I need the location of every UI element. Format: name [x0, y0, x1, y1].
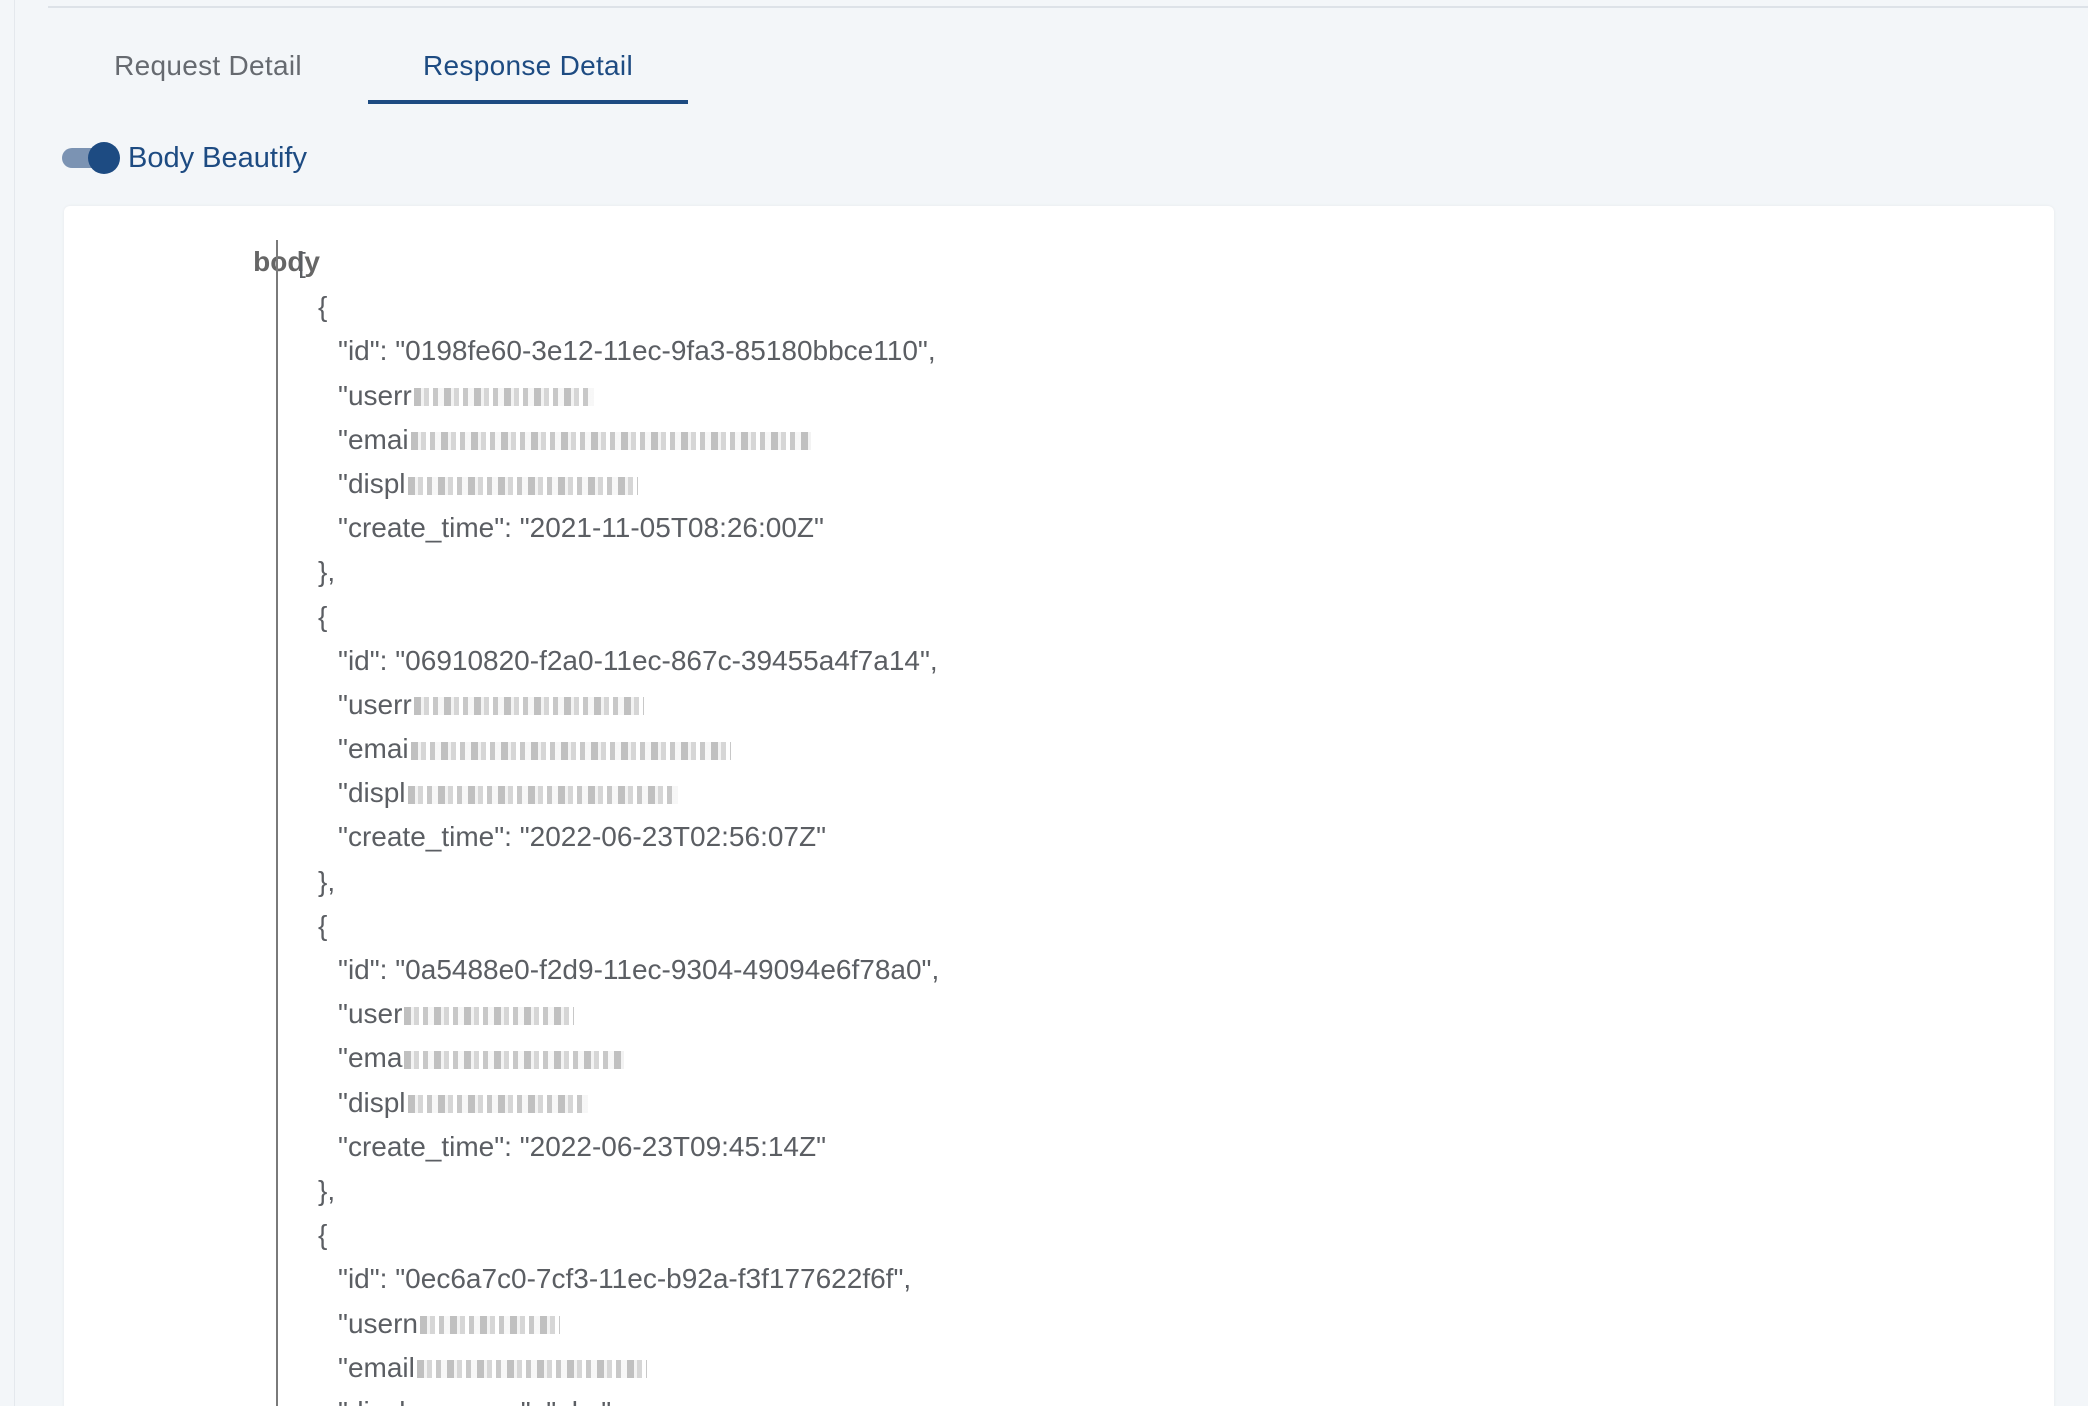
- json-line: {: [298, 600, 939, 644]
- panel-left-border: [14, 0, 15, 1406]
- json-line-text: "id": "0ec6a7c0-7cf3-11ec-b92a-f3f177622…: [338, 1263, 912, 1295]
- json-line: "display_name": "abc": [298, 1395, 939, 1406]
- json-line-text: [: [298, 247, 306, 278]
- json-line-text: "user: [338, 998, 403, 1030]
- json-line: "usern: [298, 1307, 939, 1351]
- json-line-text: },: [318, 1174, 336, 1206]
- json-line-text: "id": "0a5488e0-f2d9-11ec-9304-49094e6f7…: [338, 954, 940, 985]
- redacted-value: [416, 1360, 647, 1379]
- json-line: "id": "0198fe60-3e12-11ec-9fa3-85180bbce…: [298, 334, 939, 378]
- json-line-text: {: [318, 909, 328, 941]
- json-line: "create_time": "2022-06-23T02:56:07Z": [298, 820, 939, 864]
- redacted-value: [404, 1050, 625, 1069]
- detail-tabs: Request Detail Response Detail: [48, 28, 688, 104]
- json-line-text: "email: [338, 1351, 415, 1383]
- json-line-text: "display_name": "abc": [338, 1396, 611, 1406]
- json-line-text: "usern: [338, 1307, 418, 1339]
- json-line-text: },: [318, 865, 336, 897]
- json-line: {: [298, 909, 939, 953]
- body-beautify-label[interactable]: Body Beautify: [128, 142, 307, 175]
- json-line: "create_time": "2021-11-05T08:26:00Z": [298, 511, 939, 555]
- json-line-text: "ema: [338, 1042, 403, 1074]
- body-beautify-toggle[interactable]: [60, 138, 120, 178]
- json-line: },: [298, 555, 939, 599]
- body-json-viewer[interactable]: [ { "id": "0198fe60-3e12-11ec-9fa3-85180bb…: [298, 246, 939, 1406]
- json-line: },: [298, 865, 939, 909]
- json-line: "userr: [298, 688, 939, 732]
- json-line-text: {: [318, 600, 328, 632]
- json-line-text: "id": "06910820-f2a0-11ec-867c-39455a4f7…: [338, 644, 938, 676]
- json-line: {: [298, 1218, 939, 1262]
- json-line: "userr: [298, 379, 939, 423]
- json-line-text: "userr: [338, 688, 412, 720]
- json-line: },: [298, 1174, 939, 1218]
- json-line: "emai: [298, 732, 939, 776]
- json-line: "id": "0ec6a7c0-7cf3-11ec-b92a-f3f177622…: [298, 1262, 939, 1306]
- json-line-text: "create_time": "2022-06-23T02:56:07Z": [338, 821, 827, 853]
- json-line-text: "create_time": "2022-06-23T09:45:14Z": [338, 1130, 827, 1162]
- json-line: "create_time": "2022-06-23T09:45:14Z": [298, 1130, 939, 1174]
- json-line-text: "create_time": "2021-11-05T08:26:00Z": [338, 512, 824, 544]
- redacted-value: [419, 1316, 560, 1335]
- json-line: {: [298, 290, 939, 334]
- body-beautify-row: Body Beautify: [60, 138, 307, 178]
- redacted-value: [407, 785, 678, 804]
- tab-response-detail[interactable]: Response Detail: [368, 28, 688, 104]
- json-line-text: "displ: [338, 1086, 406, 1118]
- json-line-text: "displ: [338, 777, 406, 809]
- json-line: "displ: [298, 467, 939, 511]
- json-line: "id": "06910820-f2a0-11ec-867c-39455a4f7…: [298, 644, 939, 688]
- json-line: "email: [298, 1351, 939, 1395]
- redacted-value: [410, 432, 811, 451]
- toggle-knob: [88, 142, 120, 174]
- json-line: "displ: [298, 776, 939, 820]
- redacted-value: [407, 476, 638, 495]
- json-line: [: [298, 246, 939, 290]
- json-line-text: "emai: [338, 733, 409, 765]
- json-line: "ema: [298, 1041, 939, 1085]
- json-line-text: },: [318, 556, 336, 588]
- tab-request-detail[interactable]: Request Detail: [48, 28, 368, 104]
- redacted-value: [407, 1095, 588, 1114]
- body-divider: [276, 240, 278, 1406]
- redacted-value: [404, 1006, 575, 1025]
- json-line-text: {: [318, 291, 328, 323]
- json-line-text: "emai: [338, 423, 409, 455]
- json-line: "displ: [298, 1086, 939, 1130]
- response-detail-panel: Request Detail Response Detail Body Beau…: [0, 0, 2088, 1406]
- redacted-value: [413, 388, 594, 407]
- json-line: "emai: [298, 423, 939, 467]
- json-line-text: {: [318, 1219, 328, 1251]
- response-body-card: body [{"id": "0198fe60-3e12-11ec-9fa3-85…: [64, 206, 2054, 1406]
- json-line: "user: [298, 997, 939, 1041]
- json-line-text: "userr: [338, 379, 412, 411]
- json-line: "id": "0a5488e0-f2d9-11ec-9304-49094e6f7…: [298, 953, 939, 997]
- json-line-text: "id": "0198fe60-3e12-11ec-9fa3-85180bbce…: [338, 335, 936, 367]
- json-line-text: "displ: [338, 467, 406, 499]
- panel-top-divider: [48, 6, 2088, 8]
- redacted-value: [410, 741, 731, 760]
- redacted-value: [413, 697, 644, 716]
